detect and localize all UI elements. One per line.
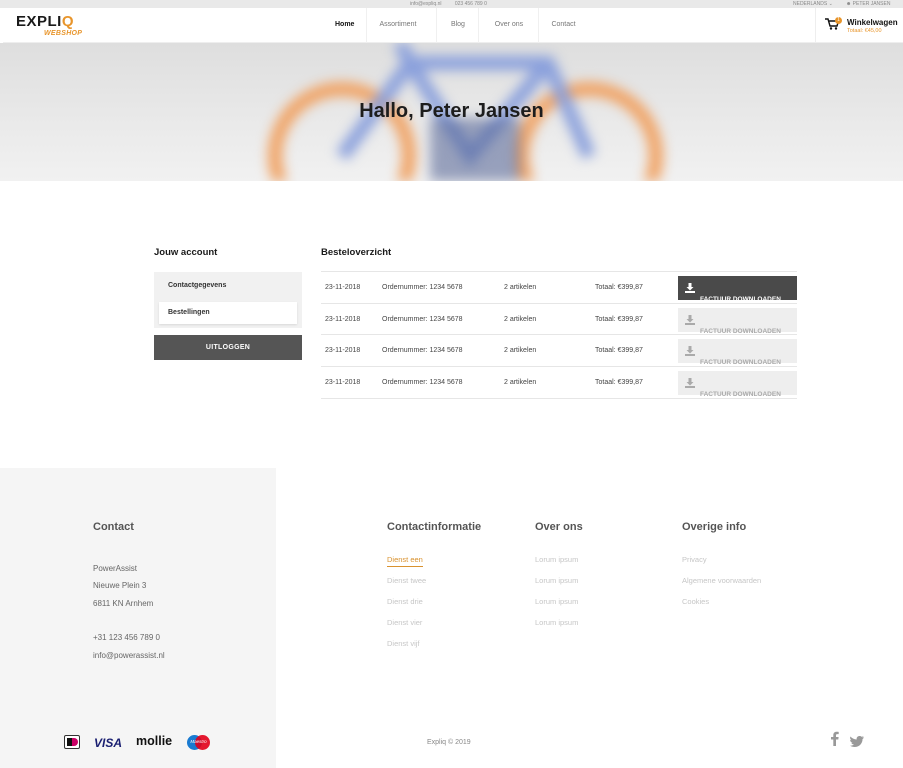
topbar-email[interactable]: info@expliq.nl (410, 1, 441, 7)
download-invoice-button[interactable]: FACTUUR DOWNLOADEN (678, 276, 797, 303)
footer-link-lorum-1[interactable]: Lorum ipsum (535, 555, 578, 564)
footer-link-lorum-2[interactable]: Lorum ipsum (535, 576, 578, 585)
download-icon (685, 346, 695, 357)
order-number: Ordernummer: 1234 5678 (382, 379, 463, 387)
language-select[interactable]: NEDERLANDS ⌄ (793, 1, 833, 7)
orders-title: Besteloverzicht (321, 247, 392, 258)
order-row: 23-11-2018 Ordernummer: 1234 5678 2 arti… (321, 335, 797, 368)
cart-label: Winkelwagen (847, 18, 898, 27)
footer-link-cookies[interactable]: Cookies (682, 597, 709, 606)
nav-blog[interactable]: Blog (436, 8, 478, 43)
top-bar: info@expliq.nl 023 456 789 0 NEDERLANDS … (0, 0, 903, 8)
order-articles: 2 artikelen (504, 284, 537, 291)
order-date: 23-11-2018 (325, 347, 361, 355)
nav-assortiment[interactable]: Assortiment (366, 8, 436, 43)
cart-count-badge: 1 (835, 17, 842, 24)
footer-contact-title: Contact (93, 521, 134, 533)
logout-button[interactable]: UITLOGGEN (154, 335, 302, 360)
footer-street: Nieuwe Plein 3 (93, 581, 147, 590)
twitter-icon[interactable] (850, 734, 864, 752)
footer-company: PowerAssist (93, 564, 138, 573)
logo[interactable]: EXPLIQ WEBSHOP (16, 13, 82, 37)
mollie-logo: mollie (136, 734, 173, 748)
order-articles: 2 artikelen (504, 347, 537, 355)
site-header: EXPLIQ WEBSHOP Home Assortiment Blog Ove… (3, 8, 903, 43)
footer-link-lorum-3[interactable]: Lorum ipsum (535, 597, 578, 606)
account-item-contactgegevens[interactable]: Contactgegevens (159, 275, 297, 297)
order-total: Totaal: €399,87 (595, 347, 643, 355)
footer-link-dienst-vijf[interactable]: Dienst vijf (387, 639, 420, 648)
footer-col3-title: Overige info (682, 521, 747, 533)
topbar-phone[interactable]: 023 456 789 0 (455, 1, 487, 7)
user-menu[interactable]: ☻ PETER JANSEN (846, 1, 890, 7)
nav-over-ons[interactable]: Over ons (478, 8, 538, 43)
order-row: 23-11-2018 Ordernummer: 1234 5678 2 arti… (321, 272, 797, 304)
order-number: Ordernummer: 1234 5678 (382, 315, 463, 323)
hero-greeting: Hallo, Peter Jansen (359, 100, 544, 122)
download-invoice-button[interactable]: FACTUUR DOWNLOADEN (678, 339, 797, 366)
order-total: Totaal: €399,87 (595, 315, 643, 323)
order-number: Ordernummer: 1234 5678 (382, 284, 463, 291)
footer-link-dienst-vier[interactable]: Dienst vier (387, 618, 422, 627)
footer-city: 6811 KN Arnhem (93, 599, 154, 608)
hero-banner: Hallo, Peter Jansen (0, 43, 903, 181)
orders-list: 23-11-2018 Ordernummer: 1234 5678 2 arti… (321, 271, 797, 399)
ideal-logo: iD (64, 735, 80, 749)
download-icon (685, 314, 695, 325)
footer-link-lorum-4[interactable]: Lorum ipsum (535, 618, 578, 627)
nav-contact[interactable]: Contact (538, 8, 587, 43)
order-row: 23-11-2018 Ordernummer: 1234 5678 2 arti… (321, 367, 797, 399)
order-articles: 2 artikelen (504, 379, 537, 387)
main-nav: Home Assortiment Blog Over ons Contact (323, 8, 588, 43)
account-item-bestellingen[interactable]: Bestellingen (159, 302, 297, 324)
order-row: 23-11-2018 Ordernummer: 1234 5678 2 arti… (321, 304, 797, 336)
footer-link-dienst-een[interactable]: Dienst een (387, 555, 423, 567)
order-date: 23-11-2018 (325, 379, 361, 387)
facebook-icon[interactable] (830, 731, 839, 751)
maestro-logo: Maestro (187, 735, 210, 750)
cart-button[interactable]: 1 Winkelwagen Totaal: €45,00 (815, 8, 903, 43)
account-title: Jouw account (154, 247, 218, 258)
download-invoice-button[interactable]: FACTUUR DOWNLOADEN (678, 371, 797, 398)
download-invoice-button[interactable]: FACTUUR DOWNLOADEN (678, 307, 797, 335)
order-date: 23-11-2018 (325, 315, 361, 323)
footer-email[interactable]: info@powerassist.nl (93, 651, 165, 660)
footer-link-voorwaarden[interactable]: Algemene voorwaarden (682, 576, 761, 585)
footer-link-privacy[interactable]: Privacy (682, 555, 707, 564)
footer-col1-title: Contactinformatie (387, 521, 482, 533)
footer-col2-title: Over ons (535, 521, 583, 533)
copyright: Expliq © 2019 (427, 739, 471, 746)
order-number: Ordernummer: 1234 5678 (382, 347, 463, 355)
order-date: 23-11-2018 (325, 284, 361, 291)
footer-link-dienst-drie[interactable]: Dienst drie (387, 597, 423, 606)
nav-home[interactable]: Home (323, 8, 366, 43)
footer-link-dienst-twee[interactable]: Dienst twee (387, 576, 426, 585)
user-icon: ☻ (846, 1, 852, 7)
download-icon (685, 378, 695, 389)
download-icon (685, 283, 695, 293)
footer-phone[interactable]: +31 123 456 789 0 (93, 633, 160, 642)
order-articles: 2 artikelen (504, 315, 537, 323)
footer-contact-panel (0, 468, 276, 768)
order-total: Totaal: €399,87 (595, 379, 643, 387)
visa-logo: VISA (94, 736, 123, 750)
order-total: Totaal: €399,87 (595, 284, 643, 291)
cart-total: Totaal: €45,00 (847, 28, 882, 34)
